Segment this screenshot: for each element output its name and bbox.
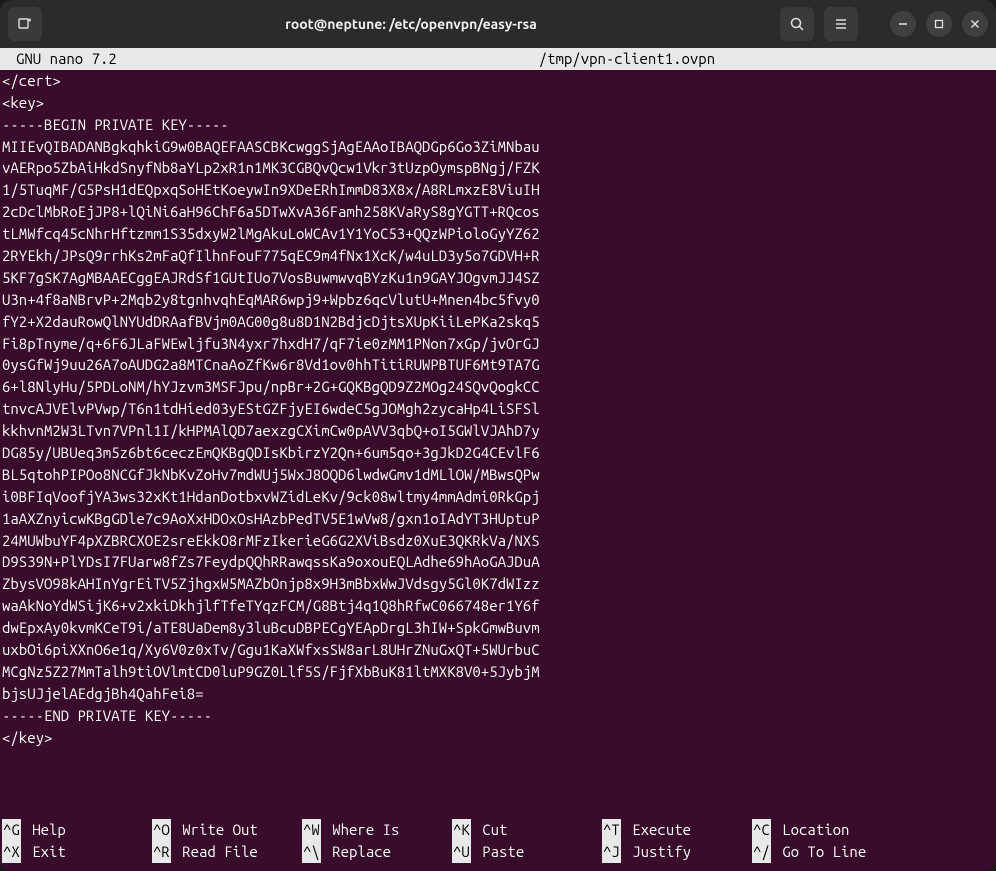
close-icon [970, 19, 980, 29]
editor-line: 1aAXZnyicwKBgGDle7c9AoXxHDOxOsHAzbPedTV5… [2, 508, 994, 530]
hamburger-icon [833, 16, 849, 32]
shortcut-key: ^K [452, 819, 471, 841]
editor-line: 1/5TuqMF/G5PsH1dEQpxqSoHEtKoeywIn9XDeERh… [2, 179, 994, 201]
editor-line: uxbOi6piXXnO6e1q/Xy6V0z0xTv/Ggu1KaXWfxsS… [2, 639, 994, 661]
shortcut-label: Read File [174, 841, 258, 863]
shortcut-item: ^J Justify [602, 841, 752, 863]
shortcut-key: ^J [602, 841, 621, 863]
editor-line: vAERpo5ZbAiHkdSnyfNb8aYLp2xR1n1MK3CGBQvQ… [2, 157, 994, 179]
new-tab-icon [17, 16, 33, 32]
shortcut-item: ^C Location [752, 819, 902, 841]
editor-line: 6+l8NlyHu/5PDLoNM/hYJzvm3MSFJpu/npBr+2G+… [2, 376, 994, 398]
editor-line: DG85y/UBUeq3m5z6bt6ceczEmQKBgQDIsKbirzY2… [2, 442, 994, 464]
editor-line: i0BFIqVoofjYA3ws32xKt1HdanDotbxvWZidLeKv… [2, 486, 994, 508]
shortcut-key: ^X [2, 841, 21, 863]
editor-line: tnvcAJVElvPVwp/T6n1tdHied03yEStGZFjyEI6w… [2, 398, 994, 420]
search-icon [789, 16, 805, 32]
search-button[interactable] [780, 7, 814, 41]
editor-line: -----END PRIVATE KEY----- [2, 705, 994, 727]
editor-line: 2RYEkh/JPsQ9rrhKs2mFaQfIlhnFouF775qEC9m4… [2, 245, 994, 267]
editor-line: 2cDclMbRoEjJP8+lQiNi6aH96ChF6a5DTwXvA36F… [2, 201, 994, 223]
editor-line: dwEpxAy0kvmKCeT9i/aTE8UaDem8y3luBcuDBPEC… [2, 617, 994, 639]
nano-footer: ^G Help^O Write Out^W Where Is^K Cut^T E… [0, 819, 996, 871]
shortcut-key: ^G [2, 819, 21, 841]
editor-line: tLMWfcq45cNhrHftzmm1S35dxyW2lMgAkuLoWCAv… [2, 223, 994, 245]
shortcut-item: ^T Execute [602, 819, 752, 841]
editor-line: Fi8pTnyme/q+6F6JLaFWEwljfu3N4yxr7hxdH7/q… [2, 333, 994, 355]
shortcut-label: Exit [24, 841, 66, 863]
editor-line: 5KF7gSK7AgMBAAECggEAJRdSf1GUtIUo7VosBuwm… [2, 267, 994, 289]
terminal-window: root@neptune: /etc/openvpn/easy-rsa [0, 0, 996, 871]
editor-line: fY2+X2dauRowQlNYUdDRAafBVjm0AG00g8u8D1N2… [2, 311, 994, 333]
terminal-area[interactable]: GNU nano 7.2 /tmp/vpn-client1.ovpn </cer… [0, 48, 996, 871]
shortcut-label: Location [774, 819, 850, 841]
shortcut-row-1: ^G Help^O Write Out^W Where Is^K Cut^T E… [2, 819, 994, 841]
nano-header: GNU nano 7.2 /tmp/vpn-client1.ovpn [0, 48, 996, 70]
maximize-button[interactable] [926, 11, 952, 37]
shortcut-key: ^O [152, 819, 171, 841]
editor-line: <key> [2, 92, 994, 114]
shortcut-key: ^/ [752, 841, 771, 863]
shortcut-key: ^\ [302, 841, 321, 863]
nano-editor-body[interactable]: </cert><key>-----BEGIN PRIVATE KEY-----M… [0, 70, 996, 819]
menu-button[interactable] [824, 7, 858, 41]
editor-line: MIIEvQIBADANBgkqhkiG9w0BAQEFAASCBKcwggSj… [2, 136, 994, 158]
shortcut-label: Replace [324, 841, 391, 863]
editor-line: waAkNoYdWSijK6+v2xkiDkhjlfTfeTYqzFCM/G8B… [2, 595, 994, 617]
shortcut-item: ^/ Go To Line [752, 841, 902, 863]
shortcut-row-2: ^X Exit^R Read File^\ Replace^U Paste^J … [2, 841, 994, 863]
editor-line: U3n+4f8aNBrvP+2Mqb2y8tgnhvqhEqMAR6wpj9+W… [2, 289, 994, 311]
editor-line: D9S39N+PlYDsI7FUarw8fZs7FeydpQQhRRawqssK… [2, 551, 994, 573]
shortcut-label: Help [24, 819, 66, 841]
new-tab-button[interactable] [8, 7, 42, 41]
shortcut-key: ^W [302, 819, 321, 841]
editor-line: ZbysVO98kAHInYgrEiTV5ZjhgxW5MAZbOnjp8x9H… [2, 573, 994, 595]
editor-line: -----BEGIN PRIVATE KEY----- [2, 114, 994, 136]
editor-line: </key> [2, 727, 994, 749]
shortcut-item: ^K Cut [452, 819, 602, 841]
shortcut-label: Where Is [324, 819, 400, 841]
editor-line: BL5qtohPIPOo8NCGfJkNbKvZoHv7mdWUj5WxJ8OQ… [2, 464, 994, 486]
shortcut-item: ^\ Replace [302, 841, 452, 863]
titlebar: root@neptune: /etc/openvpn/easy-rsa [0, 0, 996, 48]
nano-file-path: /tmp/vpn-client1.ovpn [117, 48, 994, 70]
editor-line: 24MUWbuYF4pXZBRCXOE2sreEkkO8rMFzIkerieG6… [2, 530, 994, 552]
shortcut-label: Go To Line [774, 841, 866, 863]
close-button[interactable] [962, 11, 988, 37]
editor-line: kkhvnM2W3LTvn7VPnl1I/kHPMAlQD7aexzgCXimC… [2, 420, 994, 442]
nano-app-title: GNU nano 7.2 [2, 48, 117, 70]
shortcut-label: Write Out [174, 819, 258, 841]
shortcut-item: ^W Where Is [302, 819, 452, 841]
shortcut-label: Paste [474, 841, 524, 863]
maximize-icon [934, 19, 944, 29]
editor-line: </cert> [2, 70, 994, 92]
shortcut-item: ^G Help [2, 819, 152, 841]
editor-line: bjsUJjelAEdgjBh4QahFei8= [2, 683, 994, 705]
shortcut-item: ^R Read File [152, 841, 302, 863]
minimize-icon [898, 19, 908, 29]
shortcut-key: ^U [452, 841, 471, 863]
minimize-button[interactable] [890, 11, 916, 37]
shortcut-key: ^C [752, 819, 771, 841]
shortcut-item: ^X Exit [2, 841, 152, 863]
shortcut-key: ^T [602, 819, 621, 841]
editor-line: 0ysGfWj9uu26A7oAUDG2a8MTCnaAoZfKw6r8Vd1o… [2, 354, 994, 376]
shortcut-label: Execute [624, 819, 691, 841]
window-title: root@neptune: /etc/openvpn/easy-rsa [50, 16, 772, 32]
shortcut-item: ^O Write Out [152, 819, 302, 841]
shortcut-key: ^R [152, 841, 171, 863]
shortcut-item: ^U Paste [452, 841, 602, 863]
shortcut-label: Cut [474, 819, 508, 841]
shortcut-label: Justify [624, 841, 691, 863]
editor-line: MCgNz5Z27MmTalh9tiOVlmtCD0luP9GZ0Llf5S/F… [2, 661, 994, 683]
